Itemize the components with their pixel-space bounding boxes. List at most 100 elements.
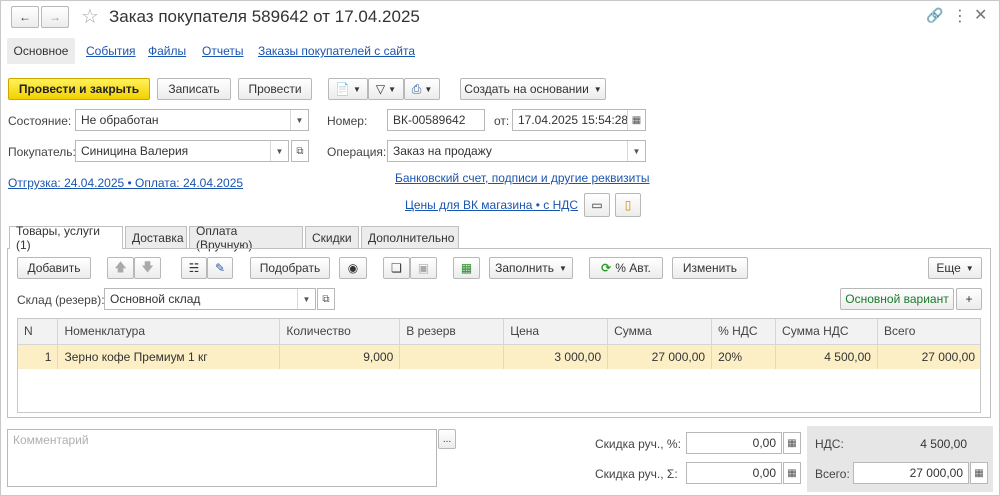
- paste-button[interactable]: ▣: [410, 257, 437, 279]
- post-button[interactable]: Провести: [238, 78, 312, 100]
- nav-tab-files[interactable]: Файлы: [148, 44, 186, 58]
- table-header-row: N Номенклатура Количество В резерв Цена …: [18, 319, 980, 345]
- nav-tab-reports[interactable]: Отчеты: [202, 44, 243, 58]
- warehouse-select[interactable]: Основной склад ▼: [104, 288, 316, 310]
- more-button[interactable]: Еще ▼: [928, 257, 982, 279]
- total-label: Всего:: [815, 467, 850, 481]
- number-field[interactable]: ВК-00589642: [387, 109, 485, 131]
- open-buyer-icon[interactable]: ⧉: [291, 140, 309, 162]
- create-based-on-label: Создать на основании: [464, 82, 589, 96]
- discount-pct-field[interactable]: 0,00: [686, 432, 782, 454]
- back-button[interactable]: ←: [11, 6, 39, 28]
- chevron-down-icon[interactable]: ▼: [270, 141, 288, 161]
- link-icon[interactable]: 🔗: [926, 7, 943, 24]
- tab-goods[interactable]: Товары, услуги (1): [9, 224, 123, 252]
- more-menu-icon[interactable]: ⋮: [952, 6, 968, 26]
- open-warehouse-icon[interactable]: ⧉: [317, 288, 335, 310]
- print-button[interactable]: ⎙ ▼: [404, 78, 440, 100]
- col-vat-rate[interactable]: % НДС: [711, 319, 777, 345]
- auto-percent-button[interactable]: ⟳ % Авт.: [589, 257, 663, 279]
- date-field[interactable]: 17.04.2025 15:54:28 ▦: [512, 109, 646, 131]
- prices-link[interactable]: Цены для ВК магазина • с НДС: [405, 198, 578, 212]
- receipt-button[interactable]: ▯: [615, 193, 641, 217]
- col-qty[interactable]: Количество: [279, 319, 401, 345]
- operation-select[interactable]: Заказ на продажу ▼: [387, 140, 646, 162]
- col-price[interactable]: Цена: [503, 319, 609, 345]
- col-n[interactable]: N: [18, 319, 59, 345]
- copy-icon: ❏: [391, 261, 402, 275]
- chevron-down-icon: ▼: [965, 263, 974, 273]
- col-name[interactable]: Номенклатура: [57, 319, 281, 345]
- col-sum[interactable]: Сумма: [607, 319, 713, 345]
- row-name[interactable]: Зерно кофе Премиум 1 кг: [57, 344, 281, 369]
- col-reserve[interactable]: В резерв: [399, 319, 505, 345]
- calculator-icon[interactable]: ▦: [783, 462, 801, 484]
- row-total[interactable]: 27 000,00: [877, 344, 980, 369]
- calendar-icon[interactable]: ▦: [627, 110, 645, 130]
- discount-sum-field[interactable]: 0,00: [686, 462, 782, 484]
- arrow-right-icon: →: [49, 10, 61, 24]
- chevron-down-icon[interactable]: ▼: [297, 289, 315, 309]
- add-button[interactable]: Добавить: [17, 257, 91, 279]
- shipment-payment-link[interactable]: Отгрузка: 24.04.2025 • Оплата: 24.04.202…: [8, 176, 243, 190]
- create-based-on-button[interactable]: Создать на основании ▼: [460, 78, 606, 100]
- barcode-icon: ☵: [188, 261, 200, 275]
- filter-icon: ▽: [375, 82, 386, 96]
- save-button[interactable]: Записать: [157, 78, 231, 100]
- row-price[interactable]: 3 000,00: [503, 344, 609, 369]
- tab-discounts[interactable]: Скидки: [305, 226, 359, 248]
- row-reserve[interactable]: [399, 344, 505, 369]
- row-vat-rate[interactable]: 20%: [711, 344, 777, 369]
- date-label: от:: [494, 114, 510, 128]
- forward-button[interactable]: →: [41, 6, 69, 28]
- col-vat-sum[interactable]: Сумма НДС: [775, 319, 878, 345]
- chevron-down-icon[interactable]: ▼: [627, 141, 645, 161]
- move-down-button[interactable]: 🡇: [134, 257, 161, 279]
- nav-tab-events[interactable]: События: [86, 44, 136, 58]
- operation-value: Заказ на продажу: [393, 144, 492, 158]
- fill-button[interactable]: Заполнить ▼: [489, 257, 573, 279]
- tab-delivery[interactable]: Доставка: [125, 226, 187, 248]
- tab-additional[interactable]: Дополнительно: [361, 226, 459, 248]
- barcode-button[interactable]: ☵: [181, 257, 207, 279]
- nav-tab-site-orders[interactable]: Заказы покупателей с сайта: [258, 44, 415, 58]
- auto-percent-label: % Авт.: [615, 261, 651, 275]
- close-icon[interactable]: ✕: [974, 5, 987, 25]
- tab-payment[interactable]: Оплата (Вручную): [189, 224, 303, 252]
- comment-field[interactable]: Комментарий: [7, 429, 437, 487]
- fill-label: Заполнить: [495, 261, 554, 275]
- row-vat-sum[interactable]: 4 500,00: [775, 344, 878, 369]
- number-label: Номер:: [327, 114, 368, 128]
- view-button[interactable]: ◉: [339, 257, 367, 279]
- printer-icon: ⎙: [411, 81, 422, 96]
- comment-edit-button[interactable]: ...: [438, 429, 456, 449]
- scanner-icon: ✎: [214, 261, 226, 275]
- row-sum[interactable]: 27 000,00: [607, 344, 713, 369]
- move-up-button[interactable]: 🡅: [107, 257, 134, 279]
- post-and-close-button[interactable]: Провести и закрыть: [8, 78, 150, 100]
- scanner-button[interactable]: ✎: [207, 257, 233, 279]
- nav-tab-main[interactable]: Основное: [7, 38, 75, 64]
- credit-card-icon: ▭: [591, 198, 603, 212]
- calculator-icon[interactable]: ▦: [783, 432, 801, 454]
- bank-details-link[interactable]: Банковский счет, подписи и другие реквиз…: [395, 171, 650, 185]
- change-button[interactable]: Изменить: [672, 257, 748, 279]
- col-total[interactable]: Всего: [877, 319, 980, 345]
- filter-button[interactable]: ▽ ▼: [368, 78, 404, 100]
- chevron-down-icon[interactable]: ▼: [290, 110, 308, 130]
- warehouse-label: Склад (резерв):: [17, 293, 105, 307]
- state-value: Не обработан: [81, 113, 159, 127]
- pick-button[interactable]: Подобрать: [250, 257, 330, 279]
- state-select[interactable]: Не обработан ▼: [75, 109, 309, 131]
- calculator-icon[interactable]: ▦: [970, 462, 988, 484]
- card-button[interactable]: ▭: [584, 193, 610, 217]
- table-fill-button[interactable]: ▦: [453, 257, 480, 279]
- copy-button[interactable]: ❏: [383, 257, 410, 279]
- favorite-star-icon[interactable]: ☆: [81, 4, 99, 29]
- add-variant-button[interactable]: +: [956, 288, 982, 310]
- row-qty[interactable]: 9,000: [279, 344, 401, 369]
- table-row[interactable]: 1 Зерно кофе Премиум 1 кг 9,000 3 000,00…: [18, 344, 980, 369]
- main-variant-button[interactable]: Основной вариант: [840, 288, 954, 310]
- buyer-select[interactable]: Синицина Валерия ▼: [75, 140, 289, 162]
- document-actions-button[interactable]: 📄 ▼: [328, 78, 368, 100]
